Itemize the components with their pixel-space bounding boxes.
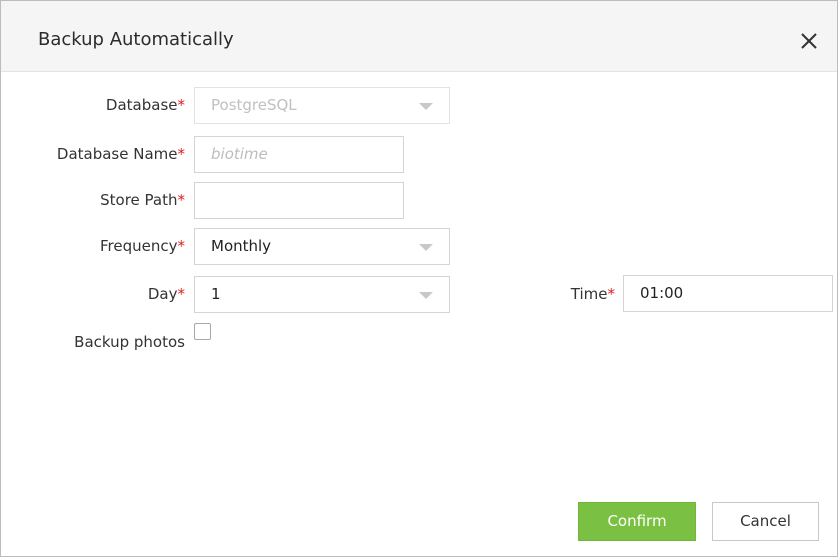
database-name-label-text: Database Name [56,145,178,163]
confirm-button[interactable]: Confirm [578,502,696,541]
store-path-input[interactable] [194,182,404,219]
frequency-select[interactable]: Monthly [194,228,450,265]
cancel-button[interactable]: Cancel [712,502,819,541]
database-name-placeholder: biotime [211,145,268,163]
day-select[interactable]: 1 [194,276,450,313]
time-input-value: 01:00 [640,284,684,302]
dialog-header: Backup Automatically [1,1,837,72]
day-label-text: Day [147,285,178,303]
backup-photos-label: Backup photos [74,332,185,352]
required-mark: * [177,285,186,303]
database-name-input[interactable]: biotime [194,136,404,173]
database-label-text: Database [105,96,178,114]
chevron-down-icon [419,244,433,251]
backup-dialog: Backup Automatically Database* PostgreSQ… [0,0,838,557]
store-path-label-text: Store Path [100,191,178,209]
chevron-down-icon [419,292,433,299]
required-mark: * [177,145,186,163]
chevron-down-icon [419,103,433,110]
database-label: Database* [106,95,185,115]
close-icon [795,27,823,55]
frequency-select-value: Monthly [211,237,272,255]
day-label: Day* [148,284,185,304]
day-select-value: 1 [211,285,221,303]
database-select-value: PostgreSQL [211,96,297,114]
dialog-title: Backup Automatically [38,29,234,50]
backup-photos-checkbox[interactable] [194,323,211,340]
time-label-text: Time [570,285,608,303]
time-label: Time* [571,284,615,304]
required-mark: * [177,237,186,255]
required-mark: * [177,191,186,209]
required-mark: * [177,96,186,114]
required-mark: * [607,285,616,303]
store-path-label: Store Path* [100,190,185,210]
database-name-label: Database Name* [57,144,185,164]
time-input[interactable]: 01:00 [623,275,833,312]
close-button[interactable] [795,27,823,55]
frequency-label: Frequency* [100,236,185,256]
backup-photos-label-text: Backup photos [74,333,185,351]
database-select: PostgreSQL [194,87,450,124]
frequency-label-text: Frequency [100,237,178,255]
